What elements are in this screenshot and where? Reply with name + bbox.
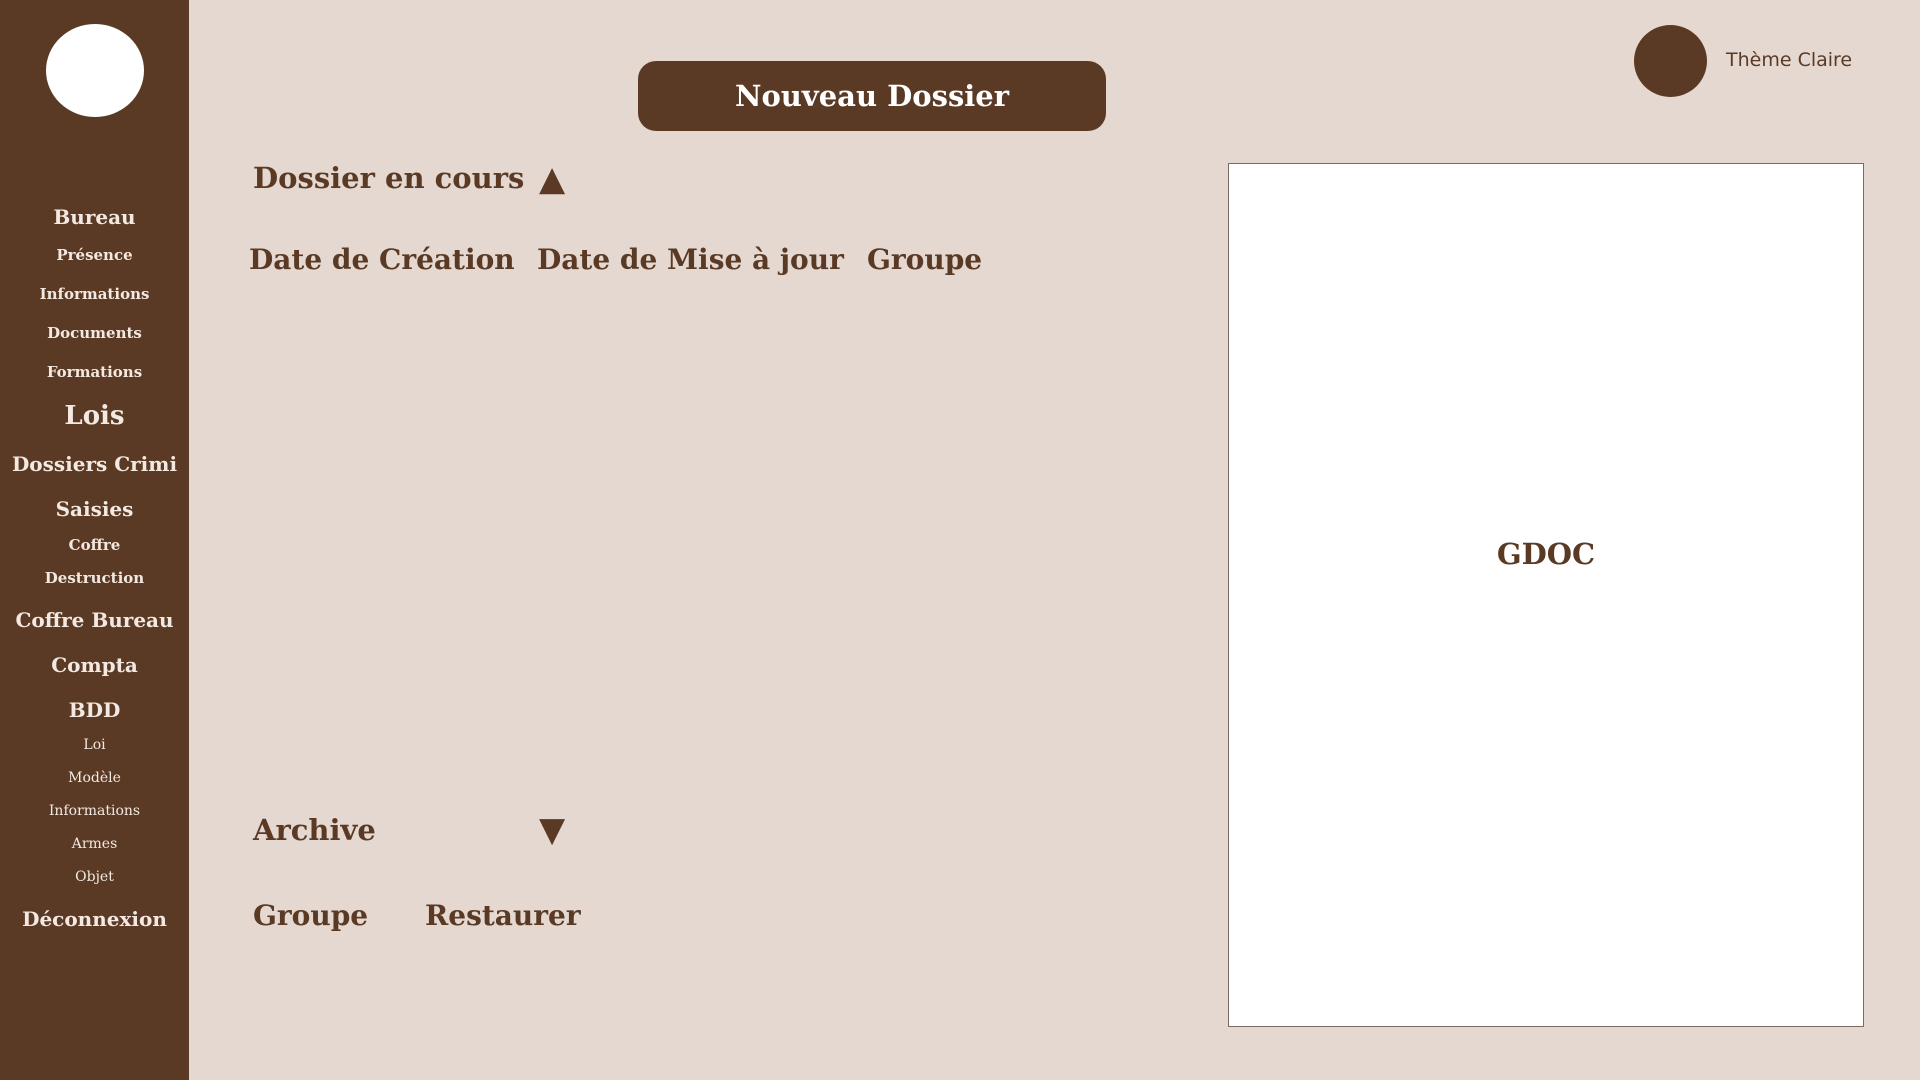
theme-toggle-button[interactable] bbox=[1634, 25, 1707, 97]
archive-column-header-restore[interactable]: Restaurer bbox=[425, 899, 581, 932]
expand-down-icon[interactable]: ▼ bbox=[539, 813, 565, 847]
column-header-creation-date[interactable]: Date de Création bbox=[249, 243, 515, 276]
column-header-group[interactable]: Groupe bbox=[867, 243, 982, 276]
sidebar-item-formations[interactable]: Formations bbox=[0, 363, 189, 381]
sidebar-item-objet[interactable]: Objet bbox=[0, 869, 189, 885]
sidebar-item-saisies[interactable]: Saisies bbox=[0, 497, 189, 521]
sidebar-item-documents[interactable]: Documents bbox=[0, 324, 189, 342]
sidebar-item-coffre-bureau[interactable]: Coffre Bureau bbox=[0, 608, 189, 632]
archive-title: Archive bbox=[253, 813, 376, 847]
archive-column-header-group[interactable]: Groupe bbox=[253, 899, 368, 932]
sidebar-item-presence[interactable]: Présence bbox=[0, 246, 189, 264]
sidebar-item-compta[interactable]: Compta bbox=[0, 653, 189, 677]
preview-label: GDOC bbox=[1496, 537, 1596, 571]
sidebar-item-modele[interactable]: Modèle bbox=[0, 770, 189, 786]
sidebar: Bureau Présence Informations Documents F… bbox=[0, 0, 189, 1080]
column-header-update-date[interactable]: Date de Mise à jour bbox=[537, 243, 844, 276]
sidebar-item-bdd[interactable]: BDD bbox=[0, 698, 189, 722]
theme-label: Thème Claire bbox=[1726, 49, 1853, 71]
sidebar-item-informations[interactable]: Informations bbox=[0, 285, 189, 303]
current-folders-title: Dossier en cours bbox=[253, 161, 525, 195]
sidebar-item-bdd-informations[interactable]: Informations bbox=[0, 803, 189, 819]
sidebar-item-armes[interactable]: Armes bbox=[0, 836, 189, 852]
sidebar-item-destruction[interactable]: Destruction bbox=[0, 569, 189, 587]
logo bbox=[46, 24, 144, 117]
sidebar-item-lois[interactable]: Lois bbox=[0, 401, 189, 431]
sidebar-item-bureau[interactable]: Bureau bbox=[0, 205, 189, 229]
sidebar-item-dossiers-crimi[interactable]: Dossiers Crimi bbox=[0, 452, 189, 476]
new-folder-button[interactable]: Nouveau Dossier bbox=[638, 61, 1106, 131]
sidebar-item-deconnexion[interactable]: Déconnexion bbox=[0, 907, 189, 931]
sidebar-item-loi[interactable]: Loi bbox=[0, 737, 189, 753]
document-preview[interactable]: GDOC bbox=[1228, 163, 1864, 1027]
collapse-up-icon[interactable]: ▲ bbox=[539, 162, 565, 196]
sidebar-item-coffre[interactable]: Coffre bbox=[0, 536, 189, 554]
